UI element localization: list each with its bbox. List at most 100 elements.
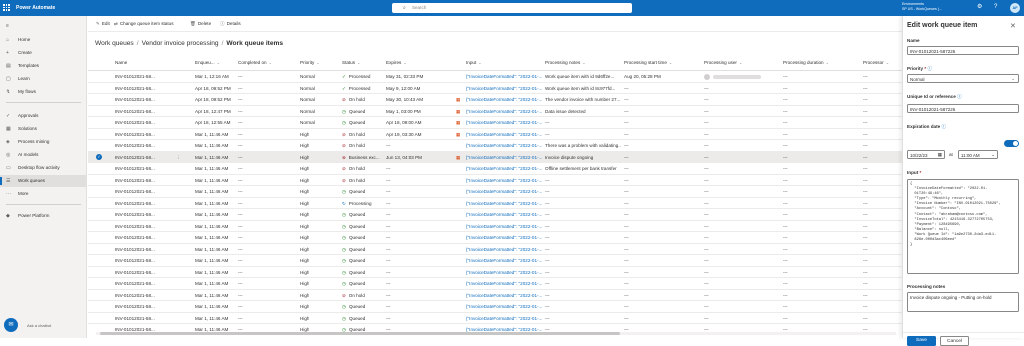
input-link[interactable]: {"InvoiceDateFormatted": "2022-01-... xyxy=(466,209,542,220)
app-title[interactable]: Power Automate xyxy=(16,5,55,11)
search-input[interactable]: ⌕ Search xyxy=(392,3,632,13)
input-json-textarea[interactable]: { "InvoiceDateFormatted": "2022-01- 01T2… xyxy=(907,179,1019,274)
settings-icon[interactable]: ⚙ xyxy=(977,4,982,10)
expiration-time-select[interactable]: 11:00 AM ⌄ xyxy=(958,150,998,159)
table-row[interactable]: INV-01012021-58... Apr 18, 12:55 AM --- Nor… xyxy=(88,117,902,129)
input-link[interactable]: {"InvoiceDateFormatted": "2022-01-... xyxy=(466,175,542,186)
input-link[interactable]: {"InvoiceDateFormatted": "2022-01-... xyxy=(466,129,542,140)
table-row[interactable]: INV-01012021-58... Mar 1, 11:46 AM --- High… xyxy=(88,209,902,221)
column-header[interactable]: Input ⌄ xyxy=(466,56,482,70)
avatar[interactable]: AF xyxy=(1010,3,1020,13)
table-row[interactable]: INV-01012021-58... Apr 18, 09:52 PM --- Nor… xyxy=(88,94,902,106)
input-link[interactable]: {"InvoiceDateFormatted": "2022-01-... xyxy=(466,140,542,151)
column-header[interactable]: Processor ⌄ xyxy=(863,56,889,70)
scrollbar-thumb[interactable] xyxy=(100,332,620,335)
close-icon[interactable]: ✕ xyxy=(1010,22,1016,30)
table-row[interactable]: INV-01012021-58... Mar 1, 11:46 AM --- High… xyxy=(88,198,902,209)
column-header[interactable]: Processing user ⌄ xyxy=(704,56,742,70)
column-header[interactable]: Processing start time ⌄ xyxy=(624,56,672,70)
input-link[interactable]: {"InvoiceDateFormatted": "2022-01-... xyxy=(466,94,542,105)
row-more-icon[interactable]: ⋮ xyxy=(176,152,181,163)
breadcrumb-vendor-invoice[interactable]: Vendor invoice processing xyxy=(142,40,219,47)
nav-item-desktop-flow-activity[interactable]: ▭ Desktop flow activity xyxy=(0,162,87,174)
input-link[interactable]: {"InvoiceDateFormatted": "2022-01-... xyxy=(466,221,542,232)
table-row[interactable]: INV-01012021-58... Mar 1, 11:46 AM --- High… xyxy=(88,278,902,290)
nav-item-home[interactable]: ⌂ Home xyxy=(0,34,87,46)
input-link[interactable]: {"InvoiceDateFormatted": "2022-01-... xyxy=(466,313,542,324)
input-link[interactable]: {"InvoiceDateFormatted": "2022-01-... xyxy=(466,244,542,255)
table-row[interactable]: INV-01012021-58... Mar 1, 11:46 AM --- High… xyxy=(88,301,902,313)
column-header[interactable]: Processing duration ⌄ xyxy=(783,56,829,70)
nav-item-create[interactable]: + Create xyxy=(0,47,87,59)
table-row[interactable]: INV-01012021-58... Mar 1, 11:46 AM --- High… xyxy=(88,163,902,175)
details-button[interactable]: ⓘ Details xyxy=(220,21,241,27)
nav-item-solutions[interactable]: ▦ Solutions xyxy=(0,123,87,135)
nav-item-work-queues[interactable]: ☰ Work queues xyxy=(0,175,87,187)
nav-item-learn[interactable]: ▢ Learn xyxy=(0,73,87,85)
table-row[interactable]: INV-01012021-58... Mar 1, 11:46 AM --- High… xyxy=(88,324,902,332)
input-link[interactable]: {"InvoiceDateFormatted": "2022-01-... xyxy=(466,71,542,82)
table-row[interactable]: ✓ ⋮ INV-01012021-58... Mar 1, 11:46 AM --- Hi… xyxy=(88,151,902,163)
table-row[interactable]: INV-01012021-58... Mar 1, 11:46 AM --- High… xyxy=(88,244,902,255)
name-field[interactable]: INV-01012021-587226 xyxy=(907,46,1019,55)
nav-item-process-mining[interactable]: ◈ Process mining xyxy=(0,136,87,148)
app-launcher-icon[interactable] xyxy=(3,4,10,11)
unique-id-field[interactable]: INV-01012021-587226 xyxy=(907,104,1019,113)
column-header[interactable]: Expires ⌄ xyxy=(386,56,407,70)
input-link[interactable]: {"InvoiceDateFormatted": "2022-01-... xyxy=(466,267,542,278)
input-link[interactable]: {"InvoiceDateFormatted": "2022-01-... xyxy=(466,324,542,332)
column-header[interactable]: Processing notes ⌄ xyxy=(545,56,586,70)
table-row[interactable]: INV-01012021-58... Mar 1, 11:46 AM --- High… xyxy=(88,186,902,198)
processing-duration: --- xyxy=(783,281,788,286)
table-row[interactable]: INV-01012021-58... Mar 1, 12:16 AM --- Norm… xyxy=(88,71,902,83)
row-selected-check-icon[interactable]: ✓ xyxy=(96,154,102,160)
nav-item-my-flows[interactable]: ↯ My flows xyxy=(0,86,87,98)
table-row[interactable]: INV-01012021-58... Mar 1, 11:46 AM --- High… xyxy=(88,267,902,278)
column-header[interactable]: Name xyxy=(115,56,127,70)
nav-item-ai-models[interactable]: ◎ AI models xyxy=(0,149,87,161)
column-header[interactable]: Status ⌄ xyxy=(342,56,360,70)
column-header[interactable]: Enqueu... ⌄ xyxy=(195,56,220,70)
table-row[interactable]: INV-01012021-58... Mar 1, 11:46 AM --- High… xyxy=(88,140,902,152)
table-row[interactable]: INV-01012021-58... Mar 1, 11:46 AM --- High… xyxy=(88,129,902,140)
table-row[interactable]: INV-01012021-58... Apr 18, 12:47 PM --- Nor… xyxy=(88,106,902,117)
table-row[interactable]: INV-01012021-58... Mar 1, 11:46 AM --- High… xyxy=(88,232,902,244)
input-link[interactable]: {"InvoiceDateFormatted": "2022-01-... xyxy=(466,152,542,163)
change-status-button[interactable]: ⇄ Change queue item status xyxy=(114,21,174,27)
nav-item-approvals[interactable]: ✓ Approvals xyxy=(0,110,87,122)
input-link[interactable]: {"InvoiceDateFormatted": "2022-01-... xyxy=(466,163,542,174)
input-link[interactable]: {"InvoiceDateFormatted": "2022-01-... xyxy=(466,186,542,197)
environment-picker[interactable]: Environments SP US - WorkQueues (... xyxy=(902,2,942,12)
column-header[interactable]: Priority ⌄ xyxy=(300,56,320,70)
expiration-date-picker[interactable]: 10/22/23 ▦ xyxy=(907,150,945,159)
input-link[interactable]: {"InvoiceDateFormatted": "2022-01-... xyxy=(466,198,542,209)
input-link[interactable]: {"InvoiceDateFormatted": "2022-01-... xyxy=(466,83,542,94)
column-header[interactable]: Completed on ⌄ xyxy=(238,56,272,70)
input-link[interactable]: {"InvoiceDateFormatted": "2022-01-... xyxy=(466,301,542,312)
table-row[interactable]: INV-01012021-58... Mar 1, 11:46 AM --- High… xyxy=(88,255,902,267)
edit-button[interactable]: ✎ Edit xyxy=(96,21,110,27)
priority-select[interactable]: Normal ⌄ xyxy=(907,74,1019,83)
delete-button[interactable]: 🗑 Delete xyxy=(190,21,211,27)
table-row[interactable]: INV-01012021-58... Mar 1, 11:46 AM --- High… xyxy=(88,290,902,301)
input-link[interactable]: {"InvoiceDateFormatted": "2022-01-... xyxy=(466,278,542,289)
breadcrumb-work-queues[interactable]: Work queues xyxy=(95,40,134,47)
table-row[interactable]: INV-01012021-58... Mar 1, 11:46 AM --- High… xyxy=(88,313,902,324)
horizontal-scrollbar[interactable] xyxy=(96,332,896,335)
expiration-toggle[interactable] xyxy=(1004,140,1019,147)
chatbot-button[interactable]: ✉ xyxy=(4,318,18,332)
input-link[interactable]: {"InvoiceDateFormatted": "2022-01-... xyxy=(466,117,542,128)
input-link[interactable]: {"InvoiceDateFormatted": "2022-01-... xyxy=(466,232,542,243)
processing-notes-textarea[interactable]: Invoice dispute ongoing - Putting on-hol… xyxy=(907,292,1019,312)
table-row[interactable]: INV-01012021-58... Apr 18, 09:52 PM --- Nor… xyxy=(88,83,902,94)
input-link[interactable]: {"InvoiceDateFormatted": "2022-01-... xyxy=(466,106,542,117)
help-icon[interactable]: ? xyxy=(994,4,997,10)
input-link[interactable]: {"InvoiceDateFormatted": "2022-01-... xyxy=(466,290,542,301)
nav-collapse-button[interactable]: ≡ xyxy=(0,20,87,32)
nav-item-more[interactable]: ··· More xyxy=(0,188,87,200)
table-row[interactable]: INV-01012021-58... Mar 1, 11:46 AM --- High… xyxy=(88,175,902,186)
nav-item-templates[interactable]: ▤ Templates xyxy=(0,60,87,72)
nav-item-power-platform[interactable]: ◆ Power Platform xyxy=(0,210,87,222)
input-link[interactable]: {"InvoiceDateFormatted": "2022-01-... xyxy=(466,255,542,266)
table-row[interactable]: INV-01012021-58... Mar 1, 11:46 AM --- High… xyxy=(88,221,902,232)
